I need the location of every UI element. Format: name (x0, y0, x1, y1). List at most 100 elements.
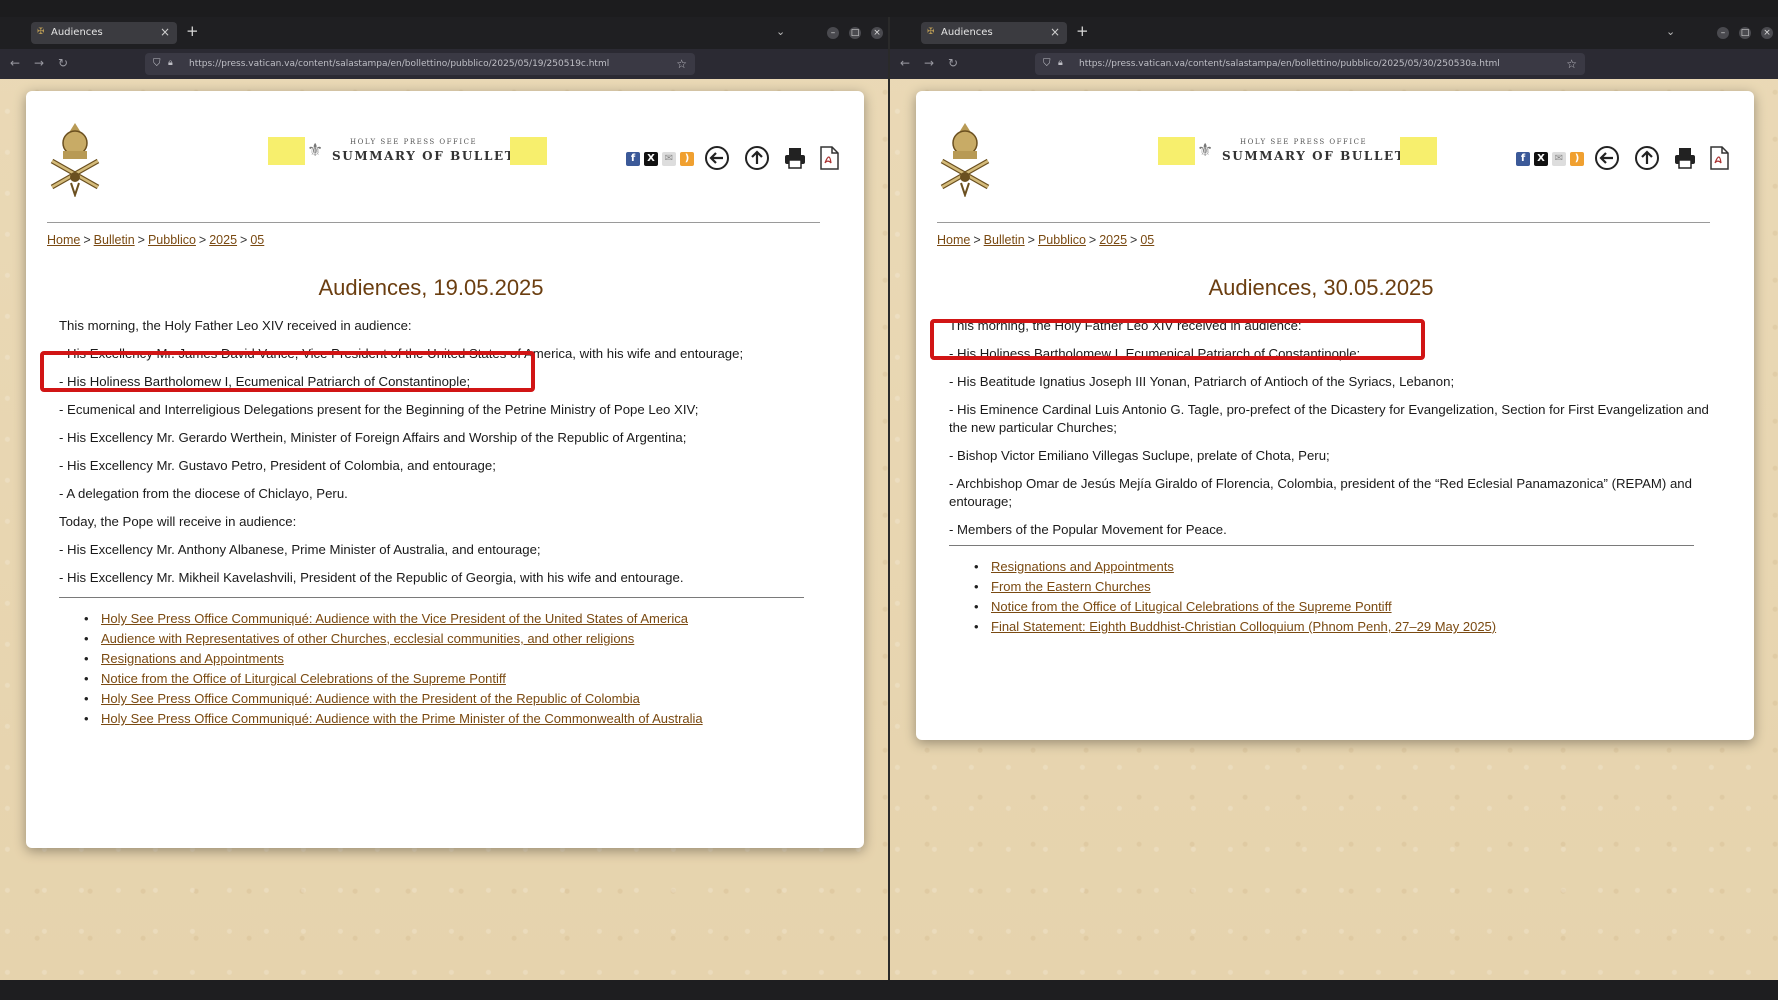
tab-list-chevron-icon[interactable]: ⌄ (776, 25, 785, 38)
paragraph: This morning, the Holy Father Leo XIV re… (59, 318, 412, 333)
bookmark-star-icon[interactable]: ☆ (676, 57, 687, 71)
facebook-icon[interactable]: f (1516, 152, 1530, 166)
breadcrumb-pubblico[interactable]: Pubblico (1038, 233, 1086, 247)
highlight-box (930, 319, 1425, 360)
related-link[interactable]: Resignations and Appointments (101, 651, 284, 666)
back-icon[interactable]: ← (10, 56, 20, 70)
x-icon[interactable]: X (644, 152, 658, 166)
related-link[interactable]: Resignations and Appointments (991, 559, 1174, 574)
related-link[interactable]: Notice from the Office of Liturgical Cel… (101, 671, 506, 686)
address-bar[interactable]: ⛉ 🔒︎ https://press.vatican.va/content/sa… (1035, 53, 1585, 75)
breadcrumb-home[interactable]: Home (47, 233, 80, 247)
new-tab-button[interactable]: + (1076, 22, 1089, 40)
close-window-button[interactable]: × (871, 27, 883, 39)
related-link[interactable]: Holy See Press Office Communiqué: Audien… (101, 611, 688, 626)
related-link[interactable]: From the Eastern Churches (991, 579, 1151, 594)
paragraph: - Ecumenical and Interreligious Delegati… (59, 402, 699, 417)
favicon-icon: ✠ (927, 27, 935, 37)
paragraph: - His Beatitude Ignatius Joseph III Yona… (949, 374, 1455, 389)
reload-icon[interactable]: ↻ (58, 56, 68, 70)
highlight-box (40, 351, 535, 392)
tab-bar: ✠ Audiences × + ⌄ – □ × (890, 17, 1778, 49)
close-window-button[interactable]: × (1761, 27, 1773, 39)
maximize-button[interactable]: □ (849, 27, 861, 39)
bookmark-star-icon[interactable]: ☆ (1566, 57, 1577, 71)
forward-icon[interactable]: → (924, 56, 934, 70)
up-arrow-icon[interactable] (744, 145, 770, 171)
address-bar[interactable]: ⛉ 🔒︎ https://press.vatican.va/content/sa… (145, 53, 695, 75)
banner-subtitle: HOLY SEE PRESS OFFICE (1240, 138, 1368, 146)
paragraph: - Members of the Popular Movement for Pe… (949, 522, 1227, 537)
breadcrumb-home[interactable]: Home (937, 233, 970, 247)
url-text[interactable]: https://press.vatican.va/content/salasta… (189, 59, 609, 69)
close-tab-icon[interactable]: × (160, 25, 170, 39)
back-arrow-icon[interactable] (1594, 145, 1620, 171)
up-arrow-icon[interactable] (1634, 145, 1660, 171)
summary-bulletin-banner: ⚜ HOLY SEE PRESS OFFICE SUMMARY OF BULLE… (1158, 137, 1440, 169)
browser-window-right: ✠ Audiences × + ⌄ – □ × ← → ↻ ⛉ 🔒︎ https… (890, 17, 1778, 980)
content-card: ⚜ HOLY SEE PRESS OFFICE SUMMARY OF BULLE… (26, 91, 864, 848)
minimize-button[interactable]: – (1717, 27, 1729, 39)
tab-list-chevron-icon[interactable]: ⌄ (1666, 25, 1675, 38)
page-title: Audiences, 19.05.2025 (318, 275, 544, 300)
page-title: Audiences, 30.05.2025 (1208, 275, 1434, 300)
email-icon[interactable]: ✉ (1552, 152, 1566, 166)
breadcrumb: Home > Bulletin > Pubblico >2025 >05 (937, 233, 1155, 247)
rss-icon[interactable]: ) (680, 152, 694, 166)
forward-icon[interactable]: → (34, 56, 44, 70)
paragraph: - His Excellency Mr. Gerardo Werthein, M… (59, 430, 687, 445)
banner-yellow-left (1158, 137, 1195, 165)
related-link[interactable]: Audience with Representatives of other C… (101, 631, 634, 646)
reload-icon[interactable]: ↻ (948, 56, 958, 70)
banner-title: SUMMARY OF BULLETIN (1222, 149, 1426, 163)
nav-bar: ← → ↻ ⛉ 🔒︎ https://press.vatican.va/cont… (0, 49, 888, 79)
new-tab-button[interactable]: + (186, 22, 199, 40)
breadcrumb-bulletin[interactable]: Bulletin (94, 233, 135, 247)
papal-crest-icon (50, 123, 100, 197)
related-link[interactable]: Final Statement: Eighth Buddhist-Christi… (991, 619, 1496, 634)
tab-title: Audiences (51, 27, 103, 38)
paragraph: - His Excellency Mr. Mikheil Kavelashvil… (59, 570, 684, 585)
related-link[interactable]: Notice from the Office of Litugical Cele… (991, 599, 1392, 614)
url-text[interactable]: https://press.vatican.va/content/salasta… (1079, 59, 1500, 69)
summary-bulletin-banner: ⚜ HOLY SEE PRESS OFFICE SUMMARY OF BULLE… (268, 137, 550, 169)
close-tab-icon[interactable]: × (1050, 25, 1060, 39)
lock-icon[interactable]: 🔒︎ (1058, 58, 1063, 68)
banner-subtitle: HOLY SEE PRESS OFFICE (350, 138, 478, 146)
back-icon[interactable]: ← (900, 56, 910, 70)
breadcrumb-year[interactable]: 2025 (1099, 233, 1127, 247)
browser-tab[interactable]: ✠ Audiences × (31, 22, 177, 44)
shield-icon[interactable]: ⛉ (153, 58, 161, 69)
header-divider (937, 222, 1710, 223)
breadcrumb-month[interactable]: 05 (1140, 233, 1154, 247)
related-link[interactable]: Holy See Press Office Communiqué: Audien… (101, 691, 640, 706)
rss-icon[interactable]: ) (1570, 152, 1584, 166)
paragraph: - A delegation from the diocese of Chicl… (59, 486, 348, 501)
paragraph: - Bishop Victor Emiliano Villegas Suclup… (949, 448, 1330, 463)
lock-icon[interactable]: 🔒︎ (168, 58, 173, 68)
print-icon[interactable] (1672, 145, 1698, 171)
related-link[interactable]: Holy See Press Office Communiqué: Audien… (101, 711, 703, 726)
banner-yellow-left (268, 137, 305, 165)
print-icon[interactable] (782, 145, 808, 171)
breadcrumb-bulletin[interactable]: Bulletin (984, 233, 1025, 247)
email-icon[interactable]: ✉ (662, 152, 676, 166)
pdf-icon[interactable] (816, 145, 842, 171)
banner-yellow-right (510, 137, 547, 165)
maximize-button[interactable]: □ (1739, 27, 1751, 39)
browser-tab[interactable]: ✠ Audiences × (921, 22, 1067, 44)
x-icon[interactable]: X (1534, 152, 1548, 166)
breadcrumb-year[interactable]: 2025 (209, 233, 237, 247)
links-divider (59, 597, 804, 598)
pdf-icon[interactable] (1706, 145, 1732, 171)
facebook-icon[interactable]: f (626, 152, 640, 166)
back-arrow-icon[interactable] (704, 145, 730, 171)
breadcrumb: Home > Bulletin > Pubblico >2025 >05 (47, 233, 265, 247)
favicon-icon: ✠ (37, 27, 45, 37)
minimize-button[interactable]: – (827, 27, 839, 39)
breadcrumb-pubblico[interactable]: Pubblico (148, 233, 196, 247)
breadcrumb-month[interactable]: 05 (250, 233, 264, 247)
shield-icon[interactable]: ⛉ (1043, 58, 1051, 69)
paragraph: - His Eminence Cardinal Luis Antonio G. … (949, 402, 1709, 435)
banner-yellow-right (1400, 137, 1437, 165)
